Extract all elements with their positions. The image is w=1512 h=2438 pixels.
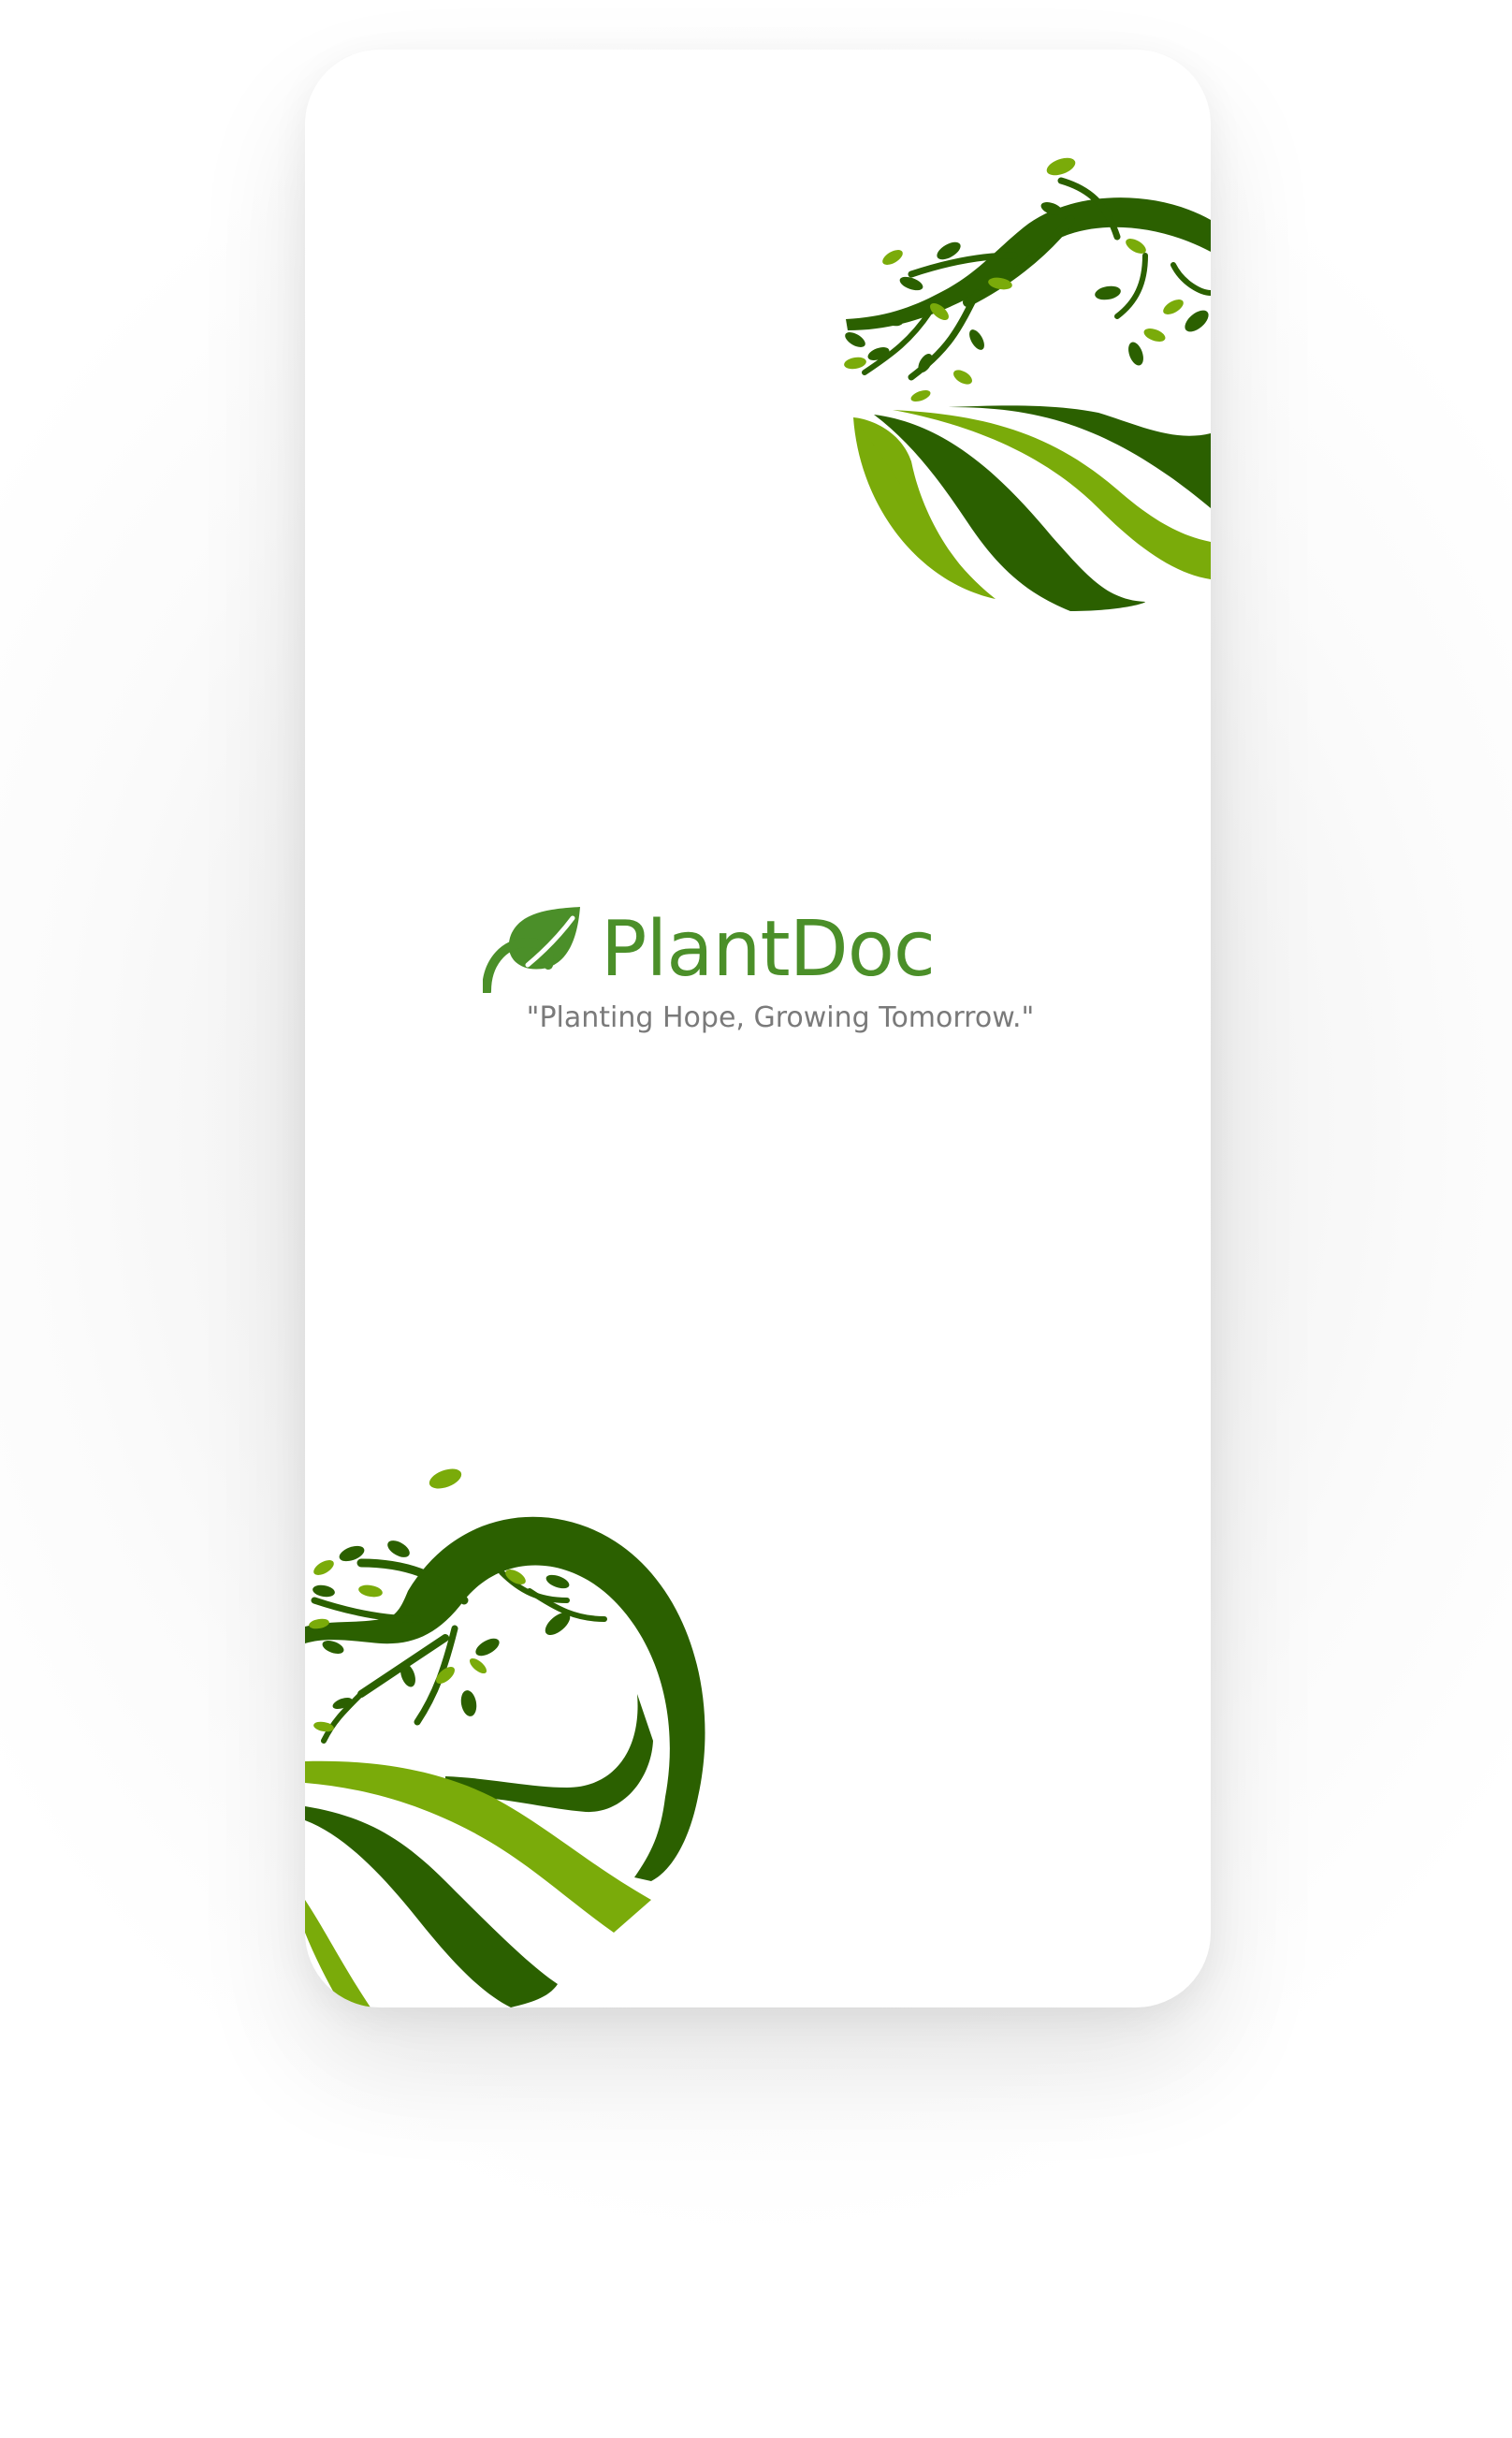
leaf-icon [483, 907, 580, 993]
app-name: PlantDoc [601, 905, 936, 994]
tree-decoration-top [844, 157, 1211, 611]
app-tagline: "Planting Hope, Growing Tomorrow." [526, 1001, 1035, 1034]
brand-header: PlantDoc [483, 903, 936, 997]
splash-screen: PlantDoc "Planting Hope, Growing Tomorro… [305, 50, 1211, 2007]
tree-decoration-bottom [305, 1468, 705, 2007]
